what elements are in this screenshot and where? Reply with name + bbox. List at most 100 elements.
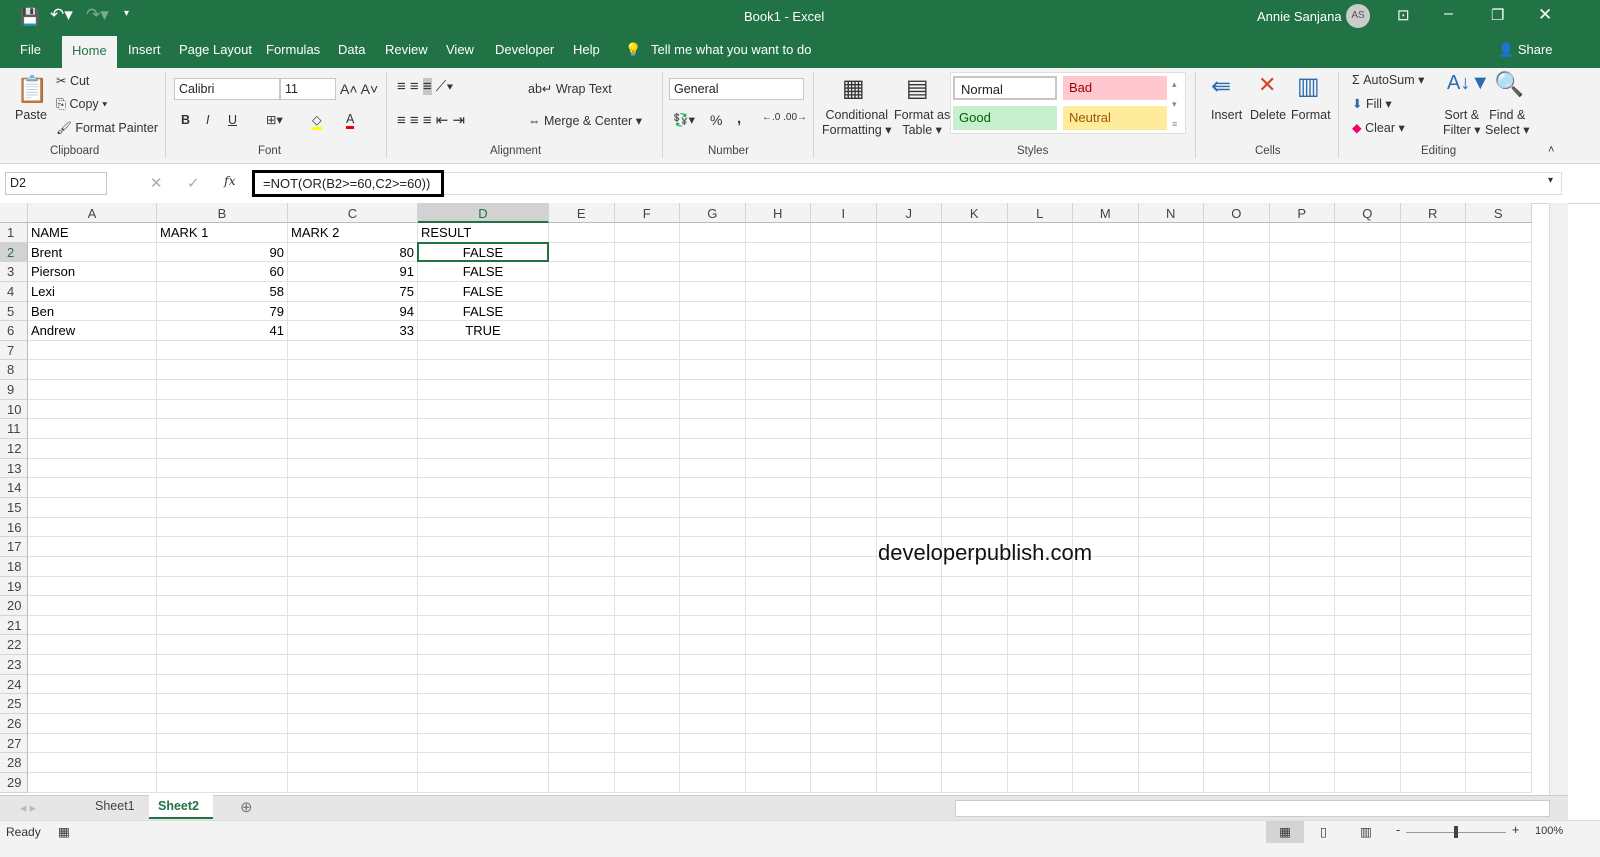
cell-G22[interactable] [680,635,746,656]
cell-H7[interactable] [745,340,811,361]
row-header-29[interactable]: 29 [0,772,28,793]
cell-Q23[interactable] [1335,655,1401,675]
cell-C4[interactable]: 75 [288,281,418,302]
cell-A7[interactable] [28,340,157,361]
cell-H14[interactable] [745,478,811,498]
cell-G1[interactable] [680,223,746,243]
insert-function-button[interactable]: fx [224,173,236,188]
column-header-D[interactable]: D [418,203,549,223]
cell-Q28[interactable] [1335,753,1401,773]
cell-O22[interactable] [1204,635,1270,656]
cell-J16[interactable] [876,517,942,538]
cell-A2[interactable]: Brent [28,242,157,263]
cell-H22[interactable] [745,635,811,656]
cell-R20[interactable] [1400,596,1466,616]
cell-A16[interactable] [28,517,157,538]
delete-cells-button[interactable]: Delete [1250,108,1286,122]
cell-C21[interactable] [288,615,418,636]
cell-C28[interactable] [288,753,418,773]
cell-N9[interactable] [1138,380,1204,400]
cell-A28[interactable] [28,753,157,773]
cell-N12[interactable] [1138,439,1204,459]
cell-K11[interactable] [942,419,1008,440]
cell-D13[interactable] [418,458,549,479]
cell-F5[interactable] [614,301,680,322]
find-select-button[interactable]: Find & Select ▾ [1485,108,1530,137]
cell-N1[interactable] [1138,223,1204,243]
cell-R25[interactable] [1400,694,1466,714]
cell-H18[interactable] [745,556,811,577]
cell-L14[interactable] [1007,478,1073,498]
cell-Q20[interactable] [1335,596,1401,616]
cell-P8[interactable] [1269,360,1335,381]
cell-M28[interactable] [1073,753,1139,773]
cell-P6[interactable] [1269,321,1335,341]
cell-C17[interactable] [288,537,418,557]
minimize-icon[interactable]: – [1444,5,1453,23]
cell-O1[interactable] [1204,223,1270,243]
paste-button[interactable]: Paste [15,108,47,122]
column-header-L[interactable]: L [1007,203,1073,223]
column-header-B[interactable]: B [157,203,288,223]
cell-J12[interactable] [876,439,942,459]
cell-M8[interactable] [1073,360,1139,381]
cell-A27[interactable] [28,733,157,754]
cell-F16[interactable] [614,517,680,538]
cell-B22[interactable] [157,635,288,656]
cell-M22[interactable] [1073,635,1139,656]
cell-C19[interactable] [288,576,418,597]
format-painter-button[interactable]: 🖌 Format Painter [56,121,158,136]
cell-G19[interactable] [680,576,746,597]
cell-D8[interactable] [418,360,549,381]
cell-A23[interactable] [28,655,157,675]
cell-A5[interactable]: Ben [28,301,157,322]
cell-L20[interactable] [1007,596,1073,616]
cell-G6[interactable] [680,321,746,341]
cell-S2[interactable] [1466,242,1532,263]
cell-S11[interactable] [1466,419,1532,440]
save-icon[interactable]: 💾 [20,7,40,27]
cell-H4[interactable] [745,281,811,302]
cell-S3[interactable] [1466,262,1532,282]
cell-H3[interactable] [745,262,811,282]
cell-D6[interactable]: TRUE [418,321,549,341]
insert-cells-icon[interactable]: ⇚ [1211,72,1231,101]
cell-I12[interactable] [811,439,877,459]
cell-C8[interactable] [288,360,418,381]
zoom-out-icon[interactable]: - [1396,823,1400,837]
cell-E1[interactable] [549,223,615,243]
cell-N20[interactable] [1138,596,1204,616]
cell-F4[interactable] [614,281,680,302]
cell-P11[interactable] [1269,419,1335,440]
cell-F25[interactable] [614,694,680,714]
cell-P7[interactable] [1269,340,1335,361]
cell-M6[interactable] [1073,321,1139,341]
cell-H29[interactable] [745,772,811,793]
row-header-25[interactable]: 25 [0,694,28,714]
cell-A4[interactable]: Lexi [28,281,157,302]
cell-B18[interactable] [157,556,288,577]
cell-B15[interactable] [157,497,288,518]
cell-I19[interactable] [811,576,877,597]
cell-J23[interactable] [876,655,942,675]
cell-E25[interactable] [549,694,615,714]
undo-icon[interactable]: ↶▾ [50,5,73,25]
column-header-Q[interactable]: Q [1335,203,1401,223]
macro-record-icon[interactable]: ▦ [58,824,70,839]
cell-S19[interactable] [1466,576,1532,597]
cell-H1[interactable] [745,223,811,243]
row-header-18[interactable]: 18 [0,556,28,577]
cell-G12[interactable] [680,439,746,459]
cell-D3[interactable]: FALSE [418,262,549,282]
cell-L7[interactable] [1007,340,1073,361]
zoom-level[interactable]: 100% [1535,825,1563,837]
ribbon-display-icon[interactable]: ⊡ [1397,6,1410,24]
borders-icon[interactable]: ⊞▾ [266,112,283,127]
cell-H6[interactable] [745,321,811,341]
cell-L11[interactable] [1007,419,1073,440]
row-header-19[interactable]: 19 [0,576,28,597]
cell-M13[interactable] [1073,458,1139,479]
cell-Q11[interactable] [1335,419,1401,440]
cell-E16[interactable] [549,517,615,538]
cell-I25[interactable] [811,694,877,714]
